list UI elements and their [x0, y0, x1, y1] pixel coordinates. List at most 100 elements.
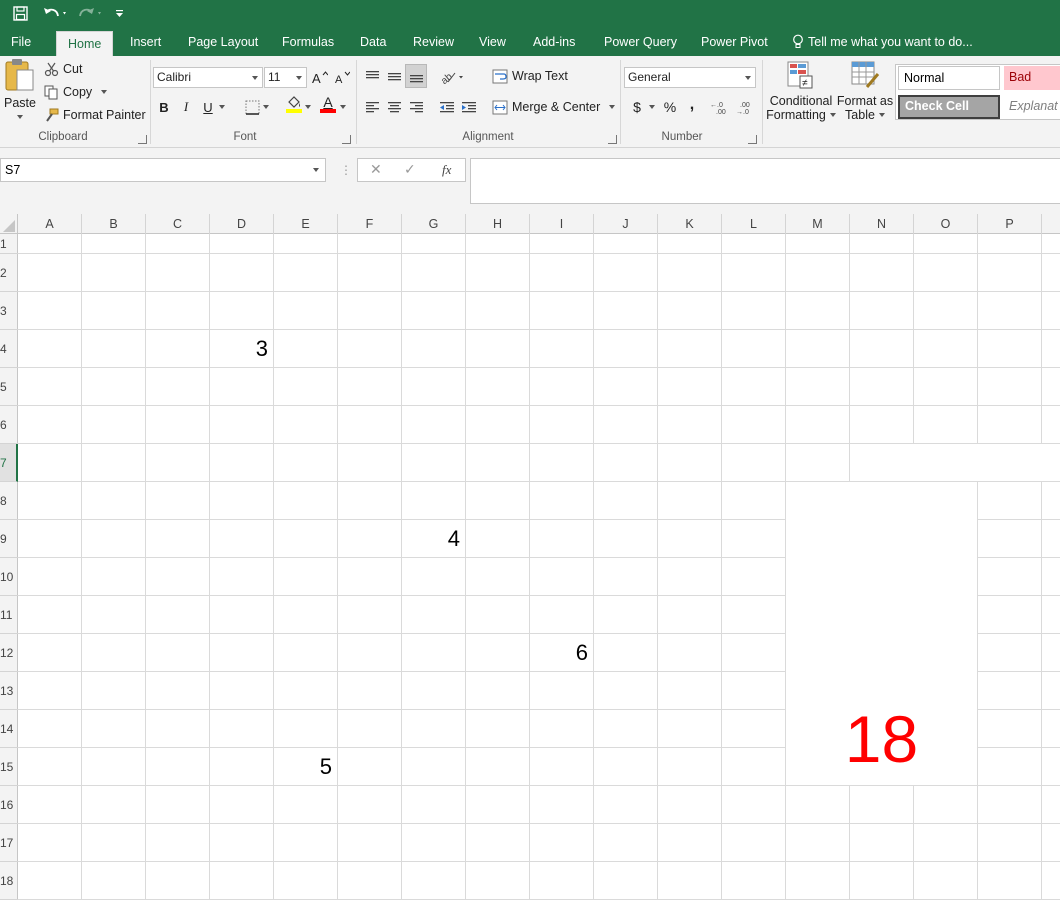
- paste-button[interactable]: Paste: [2, 58, 38, 128]
- bold-button[interactable]: B: [154, 97, 174, 117]
- cut-button[interactable]: Cut: [42, 60, 82, 78]
- decrease-indent-icon[interactable]: [437, 97, 457, 117]
- redo-icon[interactable]: [76, 2, 106, 24]
- borders-dropdown-icon[interactable]: [260, 97, 272, 117]
- row-header[interactable]: 1: [0, 234, 18, 254]
- conditional-formatting-button[interactable]: ≠ Conditional Formatting: [766, 60, 836, 122]
- align-right-icon[interactable]: [406, 97, 426, 117]
- row-header[interactable]: 9: [0, 520, 18, 558]
- decrease-decimal-icon[interactable]: .00 →.0: [736, 97, 758, 117]
- cell-g9[interactable]: 4: [402, 520, 460, 558]
- row-header[interactable]: 2: [0, 254, 18, 292]
- clipboard-launcher-icon[interactable]: [138, 135, 147, 144]
- formula-input[interactable]: [470, 158, 1060, 204]
- tab-add-ins[interactable]: Add-ins: [533, 29, 575, 56]
- row-header[interactable]: 8: [0, 482, 18, 520]
- tab-power-pivot[interactable]: Power Pivot: [701, 29, 768, 56]
- align-middle-icon[interactable]: [384, 66, 404, 86]
- font-launcher-icon[interactable]: [342, 135, 351, 144]
- align-left-icon[interactable]: [362, 97, 382, 117]
- column-header-c[interactable]: C: [146, 214, 210, 234]
- font-color-button[interactable]: A: [318, 94, 338, 114]
- currency-button[interactable]: $: [627, 97, 647, 117]
- align-bottom-icon[interactable]: [405, 64, 427, 88]
- row-header[interactable]: 11: [0, 596, 18, 634]
- customize-qat-icon[interactable]: [112, 2, 126, 24]
- save-icon[interactable]: [10, 2, 30, 24]
- column-header-e[interactable]: E: [274, 214, 338, 234]
- row-header[interactable]: 16: [0, 786, 18, 824]
- undo-icon[interactable]: [40, 2, 70, 24]
- column-header-g[interactable]: G: [402, 214, 466, 234]
- column-header-j[interactable]: J: [594, 214, 658, 234]
- row-header[interactable]: 14: [0, 710, 18, 748]
- row-header[interactable]: 5: [0, 368, 18, 406]
- style-normal[interactable]: Normal: [898, 66, 1000, 90]
- number-format-select[interactable]: General: [624, 67, 756, 88]
- row-header[interactable]: 17: [0, 824, 18, 862]
- worksheet-grid[interactable]: 3 4 6 5 18: [18, 234, 1060, 900]
- name-box[interactable]: S7: [0, 158, 326, 182]
- cell-merged-total[interactable]: 18: [786, 694, 977, 784]
- tab-data[interactable]: Data: [360, 29, 386, 56]
- style-explanatory[interactable]: Explanat: [1004, 95, 1060, 119]
- column-header-n[interactable]: N: [850, 214, 914, 234]
- column-header-k[interactable]: K: [658, 214, 722, 234]
- row-header[interactable]: 13: [0, 672, 18, 710]
- selected-cell-area[interactable]: [850, 444, 1060, 481]
- row-header[interactable]: 4: [0, 330, 18, 368]
- row-header-active[interactable]: 7: [0, 444, 18, 482]
- column-header-o[interactable]: O: [914, 214, 978, 234]
- align-center-icon[interactable]: [384, 97, 404, 117]
- copy-button[interactable]: Copy: [42, 83, 108, 101]
- fill-color-button[interactable]: [284, 94, 304, 114]
- alignment-launcher-icon[interactable]: [608, 135, 617, 144]
- italic-button[interactable]: I: [176, 97, 196, 117]
- tab-insert[interactable]: Insert: [130, 29, 161, 56]
- row-header[interactable]: 15: [0, 748, 18, 786]
- select-all-corner[interactable]: [0, 214, 18, 234]
- format-as-table-button[interactable]: Format as Table: [836, 60, 894, 122]
- row-header[interactable]: 18: [0, 862, 18, 900]
- tab-power-query[interactable]: Power Query: [604, 29, 677, 56]
- align-top-icon[interactable]: [362, 66, 382, 86]
- borders-icon[interactable]: [242, 97, 262, 117]
- column-header-m[interactable]: M: [786, 214, 850, 234]
- increase-font-size-icon[interactable]: A: [310, 67, 330, 87]
- format-painter-button[interactable]: Format Painter: [42, 106, 146, 124]
- column-header-d[interactable]: D: [210, 214, 274, 234]
- fill-color-dropdown-icon[interactable]: [302, 97, 314, 117]
- increase-indent-icon[interactable]: [459, 97, 479, 117]
- percent-button[interactable]: %: [660, 97, 680, 117]
- wrap-text-button[interactable]: Wrap Text: [491, 67, 568, 85]
- style-bad[interactable]: Bad: [1004, 66, 1060, 90]
- column-header-h[interactable]: H: [466, 214, 530, 234]
- column-header-b[interactable]: B: [82, 214, 146, 234]
- column-header-p[interactable]: P: [978, 214, 1042, 234]
- tell-me-search[interactable]: Tell me what you want to do...: [792, 29, 973, 56]
- column-header-l[interactable]: L: [722, 214, 786, 234]
- tab-view[interactable]: View: [479, 29, 506, 56]
- decrease-font-size-icon[interactable]: A: [332, 67, 352, 87]
- row-header[interactable]: 12: [0, 634, 18, 672]
- enter-check-icon[interactable]: ✓: [404, 161, 416, 178]
- tab-home[interactable]: Home: [56, 31, 114, 56]
- comma-style-button[interactable]: ,: [682, 95, 702, 115]
- tab-page-layout[interactable]: Page Layout: [188, 29, 258, 56]
- currency-dropdown-icon[interactable]: [646, 97, 658, 117]
- increase-decimal-icon[interactable]: ←.0.00: [710, 97, 732, 117]
- cell-i12[interactable]: 6: [530, 634, 588, 672]
- column-header-a[interactable]: A: [18, 214, 82, 234]
- tab-formulas[interactable]: Formulas: [282, 29, 334, 56]
- row-header[interactable]: 10: [0, 558, 18, 596]
- cell-e15[interactable]: 5: [274, 748, 332, 786]
- font-size-select[interactable]: 11: [264, 67, 307, 88]
- font-name-select[interactable]: Calibri: [153, 67, 263, 88]
- cancel-icon[interactable]: ✕: [370, 161, 382, 178]
- column-header-f[interactable]: F: [338, 214, 402, 234]
- row-header[interactable]: 3: [0, 292, 18, 330]
- merge-center-button[interactable]: Merge & Center: [491, 98, 616, 116]
- font-color-dropdown-icon[interactable]: [337, 97, 349, 117]
- tab-file[interactable]: File: [11, 29, 31, 56]
- row-header[interactable]: 6: [0, 406, 18, 444]
